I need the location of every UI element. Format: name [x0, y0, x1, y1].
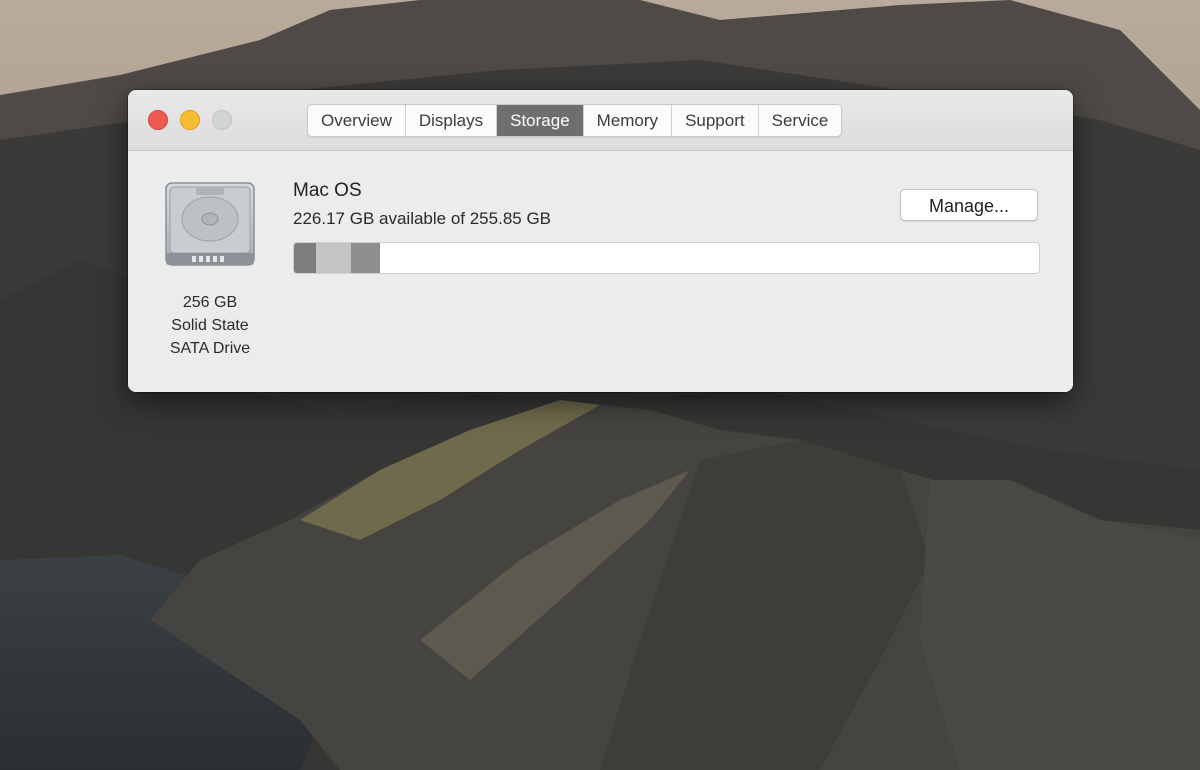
disk-interface: SATA Drive	[169, 340, 251, 357]
tab-support[interactable]: Support	[672, 105, 759, 136]
minimize-window-button[interactable]	[180, 110, 200, 130]
disk-caption: 256 GB Solid State SATA Drive	[140, 291, 280, 360]
volume-name: Mac OS	[293, 180, 362, 201]
about-this-mac-window: Overview Displays Storage Memory Support…	[128, 90, 1073, 392]
tab-bar: Overview Displays Storage Memory Support…	[307, 104, 843, 137]
storage-usage-bar	[293, 242, 1040, 274]
tab-displays[interactable]: Displays	[406, 105, 498, 136]
storage-pane: 256 GB Solid State SATA Drive Mac OS 226…	[128, 151, 1073, 392]
usage-segment	[316, 243, 351, 273]
disk-type: Solid State	[171, 317, 249, 334]
disk-capacity: 256 GB	[182, 294, 238, 311]
manage-button[interactable]: Manage...	[900, 189, 1038, 221]
hard-drive-icon	[165, 182, 255, 266]
usage-segment	[294, 243, 317, 273]
usage-segment	[350, 243, 381, 273]
window-titlebar[interactable]: Overview Displays Storage Memory Support…	[128, 90, 1073, 151]
desktop: Overview Displays Storage Memory Support…	[0, 0, 1200, 770]
zoom-window-button[interactable]	[212, 110, 232, 130]
volume-availability: 226.17 GB available of 255.85 GB	[293, 209, 552, 228]
close-window-button[interactable]	[148, 110, 168, 130]
tab-memory[interactable]: Memory	[584, 105, 673, 136]
tab-overview[interactable]: Overview	[308, 105, 406, 136]
tab-storage[interactable]: Storage	[497, 105, 584, 136]
tab-service[interactable]: Service	[759, 105, 842, 136]
